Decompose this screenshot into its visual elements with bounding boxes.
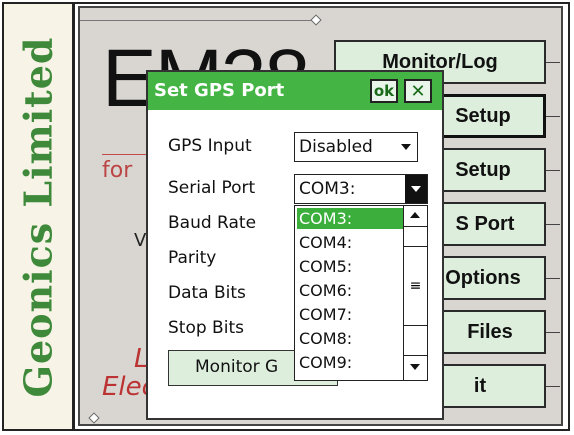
menu-tick [546,116,560,117]
diamond-marker [88,412,100,424]
menu-button-label: it [473,374,487,397]
gps-input-label: GPS Input [168,136,252,156]
list-item[interactable]: COM6: [297,280,403,301]
scrollbar-thumb[interactable]: ≡ [404,246,427,326]
menu-tick [546,278,560,279]
stop-bits-label: Stop Bits [168,318,244,338]
serial-port-dropdown-list[interactable]: COM3: COM4: COM5: COM6: COM7: COM8: COM9… [294,205,428,381]
list-item[interactable]: COM4: [297,232,403,253]
parity-label: Parity [168,248,217,268]
version-text: V [134,230,147,251]
serial-port-value: COM3: [299,179,356,199]
brand-strip: Geonics Limited [4,4,75,429]
menu-tick [546,62,560,63]
serial-port-select[interactable]: COM3: [294,174,428,204]
menu-button-label: Setup [455,104,511,127]
data-bits-label: Data Bits [168,283,246,303]
dropdown-scrollbar[interactable]: ≡ [403,206,427,380]
baud-rate-label: Baud Rate [168,213,257,233]
grip-icon: ≡ [409,278,422,294]
dialog-title-bar: Set GPS Port ok ✕ [148,72,442,110]
close-icon[interactable]: ✕ [404,79,432,103]
menu-button-label: Options [445,266,521,289]
menu-button-label: S Port [455,212,515,235]
subtitle-text: for [102,158,133,183]
set-gps-port-dialog: Set GPS Port ok ✕ GPS Input Disabled Ser… [146,70,444,420]
list-item[interactable]: COM5: [297,256,403,277]
gps-input-select[interactable]: Disabled [294,132,418,162]
chevron-down-icon [405,175,427,203]
dialog-title: Set GPS Port [154,80,285,101]
menu-tick [546,332,560,333]
list-item[interactable]: COM9: [297,352,403,373]
scroll-down-icon[interactable] [404,355,427,380]
ok-button[interactable]: ok [370,79,398,103]
list-item[interactable]: COM7: [297,304,403,325]
menu-tick [546,224,560,225]
menu-tick [546,170,560,171]
chevron-down-icon [401,144,411,150]
menu-tick [546,386,560,387]
brand-name: Geonics Limited [15,36,61,397]
divider-line [80,20,320,21]
menu-button-label: Setup [455,158,511,181]
list-item[interactable]: COM3: [297,208,403,229]
menu-button-label: Files [467,320,513,343]
gps-input-value: Disabled [299,137,373,157]
scroll-up-icon[interactable] [404,206,427,227]
list-item[interactable]: COM8: [297,328,403,349]
serial-port-label: Serial Port [168,178,256,198]
diamond-marker [310,14,322,26]
